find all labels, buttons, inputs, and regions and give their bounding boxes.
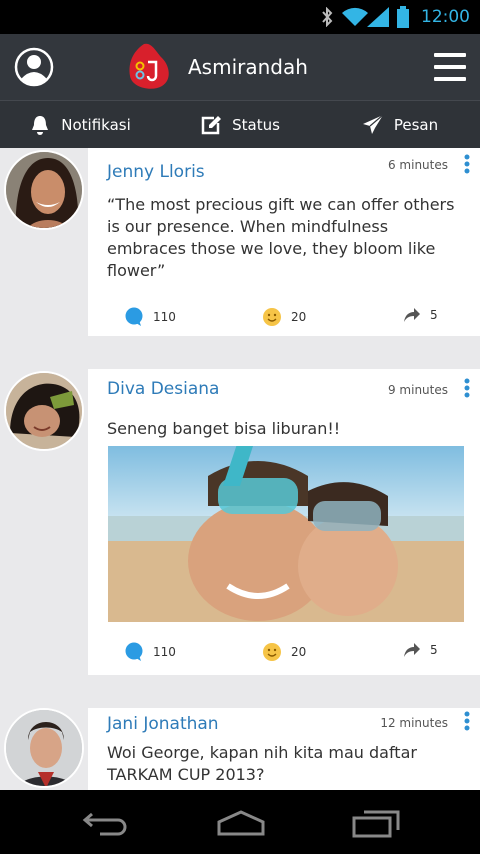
more-options-icon[interactable] — [464, 711, 470, 731]
tab-pesan[interactable]: Pesan — [320, 101, 480, 148]
tab-bar: Notifikasi Status Pesan — [0, 100, 480, 148]
post-card: Diva Desiana 9 minutes Seneng banget bis… — [0, 369, 480, 675]
menu-button[interactable] — [434, 52, 466, 82]
system-nav-bar — [0, 790, 480, 854]
reaction-count: 20 — [291, 645, 307, 659]
avatar[interactable] — [4, 708, 84, 788]
bell-icon — [29, 114, 51, 136]
avatar[interactable] — [4, 371, 84, 451]
app-bar: Asmirandah — [0, 34, 480, 100]
avatar[interactable] — [4, 150, 84, 230]
home-icon — [217, 810, 265, 836]
comment-button[interactable]: 110 — [124, 307, 176, 327]
comment-bubble-icon — [124, 307, 144, 327]
smiley-icon — [262, 642, 282, 662]
post-text: Seneng banget bisa liburan!! — [107, 419, 341, 438]
edit-icon — [200, 114, 222, 136]
comment-count: 110 — [153, 645, 176, 659]
post-content: Jani Jonathan 12 minutes Woi George, kap… — [88, 708, 480, 790]
back-icon — [82, 812, 127, 836]
post-actions: 110 20 5 — [88, 304, 480, 334]
post-card: Jani Jonathan 12 minutes Woi George, kap… — [0, 708, 480, 790]
author-name[interactable]: Jenny Lloris — [107, 162, 205, 182]
reaction-count: 20 — [291, 310, 307, 324]
feed: Jenny Lloris 6 minutes “The most preciou… — [0, 148, 480, 790]
bluetooth-icon — [321, 7, 333, 27]
tab-label: Status — [232, 115, 280, 134]
wifi-icon — [341, 7, 369, 27]
share-arrow-icon — [403, 642, 421, 658]
share-button[interactable]: 5 — [403, 642, 438, 658]
post-text: “The most precious gift we can offer oth… — [107, 195, 455, 280]
post-content: Jenny Lloris 6 minutes “The most preciou… — [88, 148, 480, 336]
app-title: Asmirandah — [188, 55, 308, 79]
post-card: Jenny Lloris 6 minutes “The most preciou… — [0, 148, 480, 336]
reaction-button[interactable]: 20 — [262, 307, 306, 327]
hamburger-menu-icon — [434, 53, 466, 81]
post-content: Diva Desiana 9 minutes Seneng banget bis… — [88, 369, 480, 675]
author-name[interactable]: Diva Desiana — [107, 379, 219, 399]
status-bar: 12:00 — [0, 0, 480, 34]
tab-status[interactable]: Status — [160, 101, 320, 148]
signal-icon — [367, 7, 389, 27]
tab-notifikasi[interactable]: Notifikasi — [0, 101, 160, 148]
more-options-icon[interactable] — [464, 378, 470, 398]
paper-plane-icon — [362, 114, 384, 136]
profile-icon — [14, 47, 54, 87]
post-time: 6 minutes — [387, 158, 448, 172]
battery-icon — [397, 6, 409, 28]
share-button[interactable]: 5 — [403, 307, 438, 323]
post-actions: 110 20 5 — [88, 639, 480, 669]
post-time: 9 minutes — [387, 383, 448, 397]
home-button[interactable] — [216, 810, 266, 840]
recents-icon — [352, 810, 400, 838]
profile-button[interactable] — [14, 47, 54, 87]
post-photo[interactable] — [108, 446, 464, 622]
app-logo — [126, 42, 172, 92]
comment-button[interactable]: 110 — [124, 642, 176, 662]
comment-count: 110 — [153, 310, 176, 324]
post-text: Woi George, kapan nih kita mau daftar TA… — [107, 743, 417, 784]
share-count: 5 — [430, 308, 438, 322]
post-time: 12 minutes — [380, 716, 448, 730]
tab-label: Notifikasi — [61, 115, 131, 134]
recents-button[interactable] — [352, 810, 400, 842]
share-arrow-icon — [403, 307, 421, 323]
clock: 12:00 — [421, 7, 470, 27]
more-options-icon[interactable] — [464, 154, 470, 174]
author-name[interactable]: Jani Jonathan — [107, 714, 219, 734]
comment-bubble-icon — [124, 642, 144, 662]
back-button[interactable] — [82, 810, 130, 840]
share-count: 5 — [430, 643, 438, 657]
smiley-icon — [262, 307, 282, 327]
reaction-button[interactable]: 20 — [262, 642, 306, 662]
tab-label: Pesan — [393, 115, 439, 134]
